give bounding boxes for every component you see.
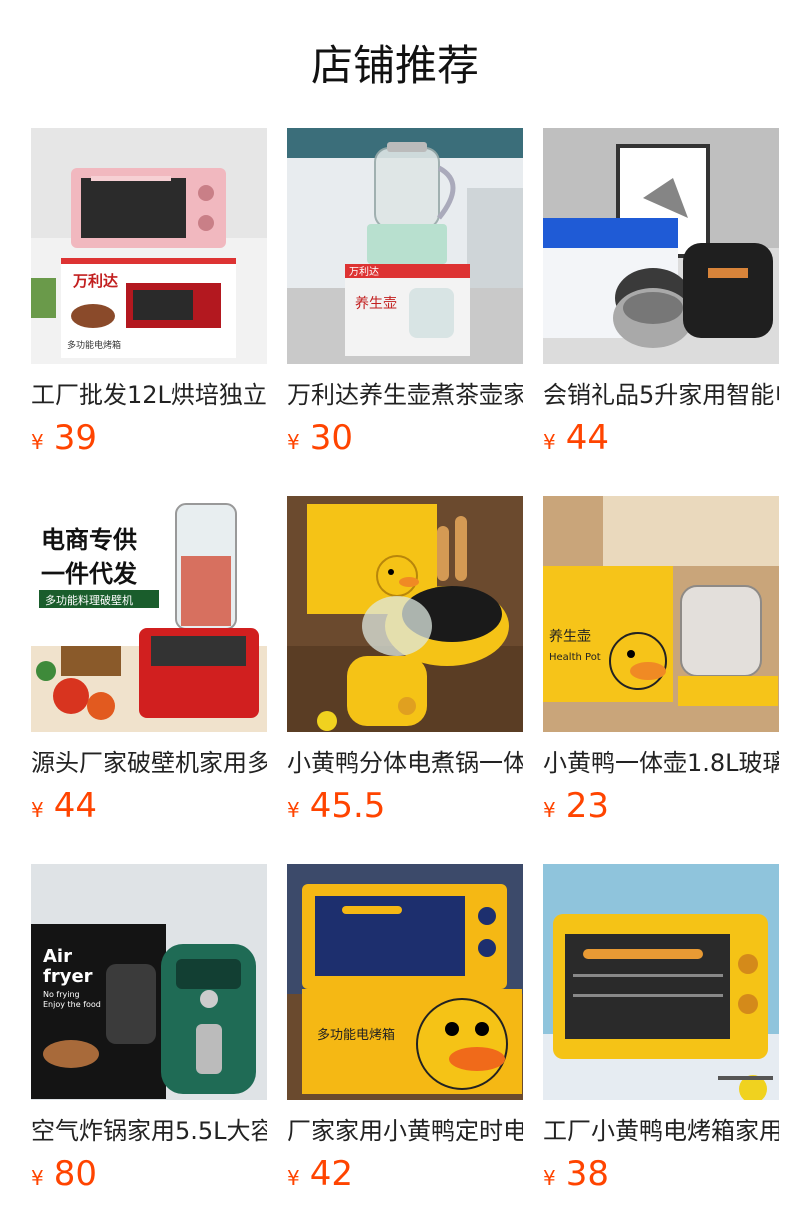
product-card[interactable]: 小黄鸭分体电煮锅一体锅家用 ¥45.5 [287,496,523,864]
box-sub-2: Enjoy the food [43,1000,101,1009]
product-image-pink-oven[interactable]: 万利达 多功能电烤箱 [31,128,267,364]
product-name[interactable]: 万利达养生壶煮茶壶家用多功能 [287,378,523,412]
box-sub: Health Pot [549,652,601,663]
price-amount: 45.5 [309,786,386,826]
product-price: ¥45.5 [287,784,385,828]
price-amount: 80 [53,1154,97,1194]
product-price: ¥39 [31,416,97,460]
ad-line-2: 一件代发 [41,560,137,588]
currency-symbol: ¥ [31,1166,44,1190]
product-name[interactable]: 厂家家用小黄鸭定时电烤箱 [287,1114,523,1148]
box-line-1: Air [43,946,72,967]
currency-symbol: ¥ [543,798,556,822]
product-card[interactable]: 电商专供 一件代发 多功能料理破壁机 源头厂家破壁机家用多功能料理机 ¥44 [31,496,267,864]
price-amount: 30 [309,418,353,458]
product-image-air-fryer[interactable]: Air fryer No frying Enjoy the food [31,864,267,1100]
page-title: 店铺推荐 [310,41,479,90]
product-name[interactable]: 工厂批发12L烘培独立控温家用电烤箱 [31,378,267,412]
product-card[interactable]: 养生壶 Health Pot 小黄鸭一体壶1.8L玻璃养生壶 ¥23 [543,496,779,864]
product-image-blender[interactable]: 电商专供 一件代发 多功能料理破壁机 [31,496,267,732]
product-card[interactable]: 万利达 养生壶 万利达养生壶煮茶壶家用多功能 ¥30 [287,128,523,496]
kettle-illustration: 万利达 养生壶 [287,128,523,364]
product-card[interactable]: 工厂小黄鸭电烤箱家用小型 ¥38 [543,864,779,1232]
blender-illustration: 电商专供 一件代发 多功能料理破壁机 [31,496,267,732]
product-name[interactable]: 工厂小黄鸭电烤箱家用小型 [543,1114,779,1148]
product-name[interactable]: 会销礼品5升家用智能电饭煲 [543,378,779,412]
air-fryer-illustration: Air fryer No frying Enjoy the food [31,864,267,1100]
product-name[interactable]: 小黄鸭一体壶1.8L玻璃养生壶 [543,746,779,780]
price-amount: 44 [53,786,97,826]
box-sub-1: No frying [43,990,80,999]
product-price: ¥44 [31,784,97,828]
currency-symbol: ¥ [543,430,556,454]
yellow-pot-illustration [287,496,523,732]
currency-symbol: ¥ [31,430,44,454]
currency-symbol: ¥ [287,1166,300,1190]
product-image-yellow-pot[interactable] [287,496,523,732]
price-amount: 39 [53,418,97,458]
product-card[interactable]: 万利达 多功能电烤箱 工厂批发12L烘培独立控温家用电烤箱 ¥39 [31,128,267,496]
price-amount: 42 [309,1154,353,1194]
box-brand: 万利达 [349,266,379,278]
pink-oven-illustration: 万利达 多功能电烤箱 [31,128,267,364]
duck-oven-illustration: 多功能电烤箱 [287,864,523,1100]
currency-symbol: ¥ [543,1166,556,1190]
ad-tag: 多功能料理破壁机 [45,593,133,607]
rice-cooker-illustration [543,128,779,364]
yellow-kettle-illustration: 养生壶 Health Pot [543,496,779,732]
currency-symbol: ¥ [287,430,300,454]
price-amount: 44 [565,418,609,458]
product-name[interactable]: 空气炸锅家用5.5L大容量智能 [31,1114,267,1148]
product-price: ¥80 [31,1152,97,1196]
product-name[interactable]: 小黄鸭分体电煮锅一体锅家用 [287,746,523,780]
price-amount: 23 [565,786,609,826]
box-text: 多功能电烤箱 [67,339,121,351]
product-image-rice-cooker[interactable] [543,128,779,364]
product-price: ¥42 [287,1152,353,1196]
product-image-yellow-kettle[interactable]: 养生壶 Health Pot [543,496,779,732]
product-card[interactable]: Air fryer No frying Enjoy the food 空气炸锅家… [31,864,267,1232]
ad-line-1: 电商专供 [41,526,137,554]
product-price: ¥23 [543,784,609,828]
box-text: 养生壶 [355,296,397,312]
currency-symbol: ¥ [287,798,300,822]
yellow-oven-illustration [543,864,779,1100]
box-text: 养生壶 [549,629,591,645]
product-image-duck-oven[interactable]: 多功能电烤箱 [287,864,523,1100]
product-card[interactable]: 会销礼品5升家用智能电饭煲 ¥44 [543,128,779,496]
product-image-yellow-oven[interactable] [543,864,779,1100]
product-name[interactable]: 源头厂家破壁机家用多功能料理机 [31,746,267,780]
box-text: 多功能电烤箱 [317,1027,395,1043]
product-grid: 万利达 多功能电烤箱 工厂批发12L烘培独立控温家用电烤箱 ¥39 [31,128,790,1232]
product-image-kettle[interactable]: 万利达 养生壶 [287,128,523,364]
product-price: ¥30 [287,416,353,460]
product-card[interactable]: 多功能电烤箱 厂家家用小黄鸭定时电烤箱 ¥42 [287,864,523,1232]
product-price: ¥44 [543,416,609,460]
box-brand: 万利达 [72,272,118,290]
price-amount: 38 [565,1154,609,1194]
currency-symbol: ¥ [31,798,44,822]
product-price: ¥38 [543,1152,609,1196]
box-line-2: fryer [43,966,93,987]
